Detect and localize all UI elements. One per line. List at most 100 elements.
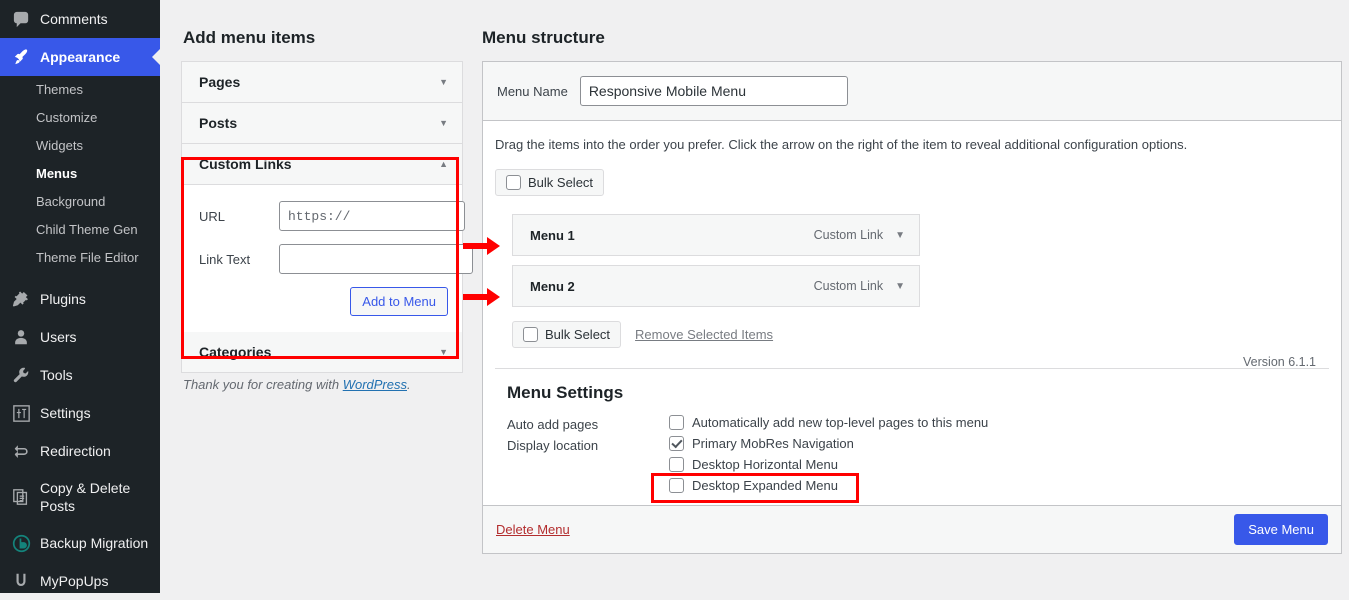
location-checkbox-desktop-horizontal[interactable] (669, 457, 684, 472)
menu-item-name: Menu 1 (530, 227, 575, 243)
accordion-pages[interactable]: Pages ▼ (182, 62, 462, 103)
bulk-select-bottom-checkbox[interactable] (523, 327, 538, 342)
sidebar-subitem-background[interactable]: Background (0, 188, 160, 216)
sidebar-subitem-customize[interactable]: Customize (0, 104, 160, 132)
bulk-select-top-button[interactable]: Bulk Select (495, 169, 605, 196)
location-checkbox-primary-mobres[interactable] (669, 436, 684, 451)
sidebar-item-label: Plugins (40, 291, 86, 307)
sidebar-item-comments[interactable]: Comments (0, 0, 160, 38)
wordpress-link[interactable]: WordPress (343, 377, 407, 392)
chevron-up-icon: ▲ (439, 158, 448, 169)
custom-links-body: URL Link Text Add to Menu (182, 185, 473, 332)
accordion-categories[interactable]: Categories ▼ (182, 332, 462, 372)
location-checkbox-desktop-expanded[interactable] (669, 478, 684, 493)
menu-name-input[interactable] (579, 76, 848, 106)
display-location-label: Display location (507, 438, 599, 453)
chevron-down-icon: ▼ (439, 346, 448, 357)
sidebar-item-backup-migration[interactable]: Backup Migration (0, 524, 160, 562)
menu-name-row: Menu Name (483, 62, 1341, 121)
add-menu-items-accordion: Pages ▼ Posts ▼ Custom Links ▲ URL Link … (181, 61, 473, 373)
menu-items-list: Menu 1 Custom Link ▼ Menu 2 Custom Link … (512, 214, 1329, 307)
appearance-submenu: Themes Customize Widgets Menus Backgroun… (0, 76, 160, 280)
auto-add-pages-checkbox[interactable] (669, 415, 684, 430)
location-option-primary-mobres[interactable]: Primary MobRes Navigation (669, 436, 854, 451)
url-input[interactable] (279, 201, 465, 231)
sidebar-item-copy-delete-posts[interactable]: Copy & Delete Posts (0, 470, 160, 524)
sidebar-item-label: Appearance (40, 49, 121, 65)
sidebar-item-mypopups[interactable]: MyPopUps (0, 562, 160, 600)
auto-add-pages-option[interactable]: Automatically add new top-level pages to… (669, 415, 988, 430)
sidebar-item-users[interactable]: Users (0, 318, 160, 356)
mypopups-icon (11, 571, 31, 591)
admin-content: Add menu items Pages ▼ Posts ▼ Custom Li… (160, 0, 1349, 593)
wordpress-credit-period: . (407, 377, 411, 392)
add-menu-items-title: Add menu items (183, 28, 316, 47)
bulk-select-bottom-button[interactable]: Bulk Select (512, 321, 622, 348)
sidebar-subitem-menus[interactable]: Menus (0, 160, 160, 188)
redirection-icon (11, 441, 31, 461)
sidebar-item-label: Comments (40, 11, 108, 27)
sidebar-subitem-theme-file-editor[interactable]: Theme File Editor (0, 244, 160, 272)
location-option-desktop-horizontal[interactable]: Desktop Horizontal Menu (669, 457, 854, 472)
sidebar-subitem-child-theme-gen[interactable]: Child Theme Gen (0, 216, 160, 244)
sidebar-item-label: Tools (40, 367, 73, 383)
link-text-label: Link Text (199, 251, 251, 267)
add-to-menu-button[interactable]: Add to Menu (350, 287, 448, 316)
sidebar-item-label: MyPopUps (40, 573, 109, 589)
link-text-input[interactable] (279, 244, 473, 274)
sidebar-item-plugins[interactable]: Plugins (0, 280, 160, 318)
sidebar-item-redirection[interactable]: Redirection (0, 432, 160, 470)
location-label-desktop-expanded: Desktop Expanded Menu (692, 478, 838, 493)
menu-item-row[interactable]: Menu 2 Custom Link ▼ (512, 265, 920, 307)
version-label: Version 6.1.1 (1243, 355, 1316, 369)
sidebar-item-appearance[interactable]: Appearance (0, 38, 160, 76)
copy-delete-posts-icon (11, 487, 31, 507)
chevron-down-icon[interactable]: ▼ (895, 281, 905, 291)
accordion-custom-links[interactable]: Custom Links ▲ (182, 144, 462, 185)
bulk-select-top-label: Bulk Select (528, 175, 594, 190)
users-icon (11, 327, 31, 347)
plugins-icon (11, 289, 31, 309)
accordion-posts-label: Posts (199, 115, 238, 131)
url-label: URL (199, 208, 226, 224)
comments-icon (11, 9, 31, 29)
bulk-select-top-checkbox[interactable] (506, 175, 521, 190)
auto-add-pages-option-label: Automatically add new top-level pages to… (692, 415, 989, 430)
sidebar-subitem-themes[interactable]: Themes (0, 76, 160, 104)
bulk-actions-row: Bulk Select Remove Selected Items (512, 321, 1329, 348)
admin-sidebar: Comments Appearance Themes Customize Wid… (0, 0, 160, 593)
menu-settings-section: Version 6.1.1 Menu Settings Auto add pag… (495, 355, 1329, 505)
menu-structure-title: Menu structure (482, 28, 605, 47)
remove-selected-items-link[interactable]: Remove Selected Items (635, 327, 773, 342)
wordpress-credit-text: Thank you for creating with (183, 377, 343, 392)
add-to-menu-row: Add to Menu (199, 287, 448, 316)
sidebar-subitem-widgets[interactable]: Widgets (0, 132, 160, 160)
settings-icon (11, 403, 31, 423)
location-label-primary-mobres: Primary MobRes Navigation (692, 436, 854, 451)
menu-item-type: Custom Link (813, 228, 884, 242)
auto-add-pages-row: Auto add pages Automatically add new top… (507, 415, 1317, 432)
save-menu-button[interactable]: Save Menu (1234, 514, 1328, 545)
drag-hint: Drag the items into the order you prefer… (495, 137, 1188, 152)
accordion-categories-label: Categories (199, 344, 272, 360)
chevron-down-icon: ▼ (439, 76, 448, 87)
link-text-field-row: Link Text (199, 244, 473, 274)
menu-actions-footer: Delete Menu Save Menu (483, 505, 1341, 553)
location-option-desktop-expanded[interactable]: Desktop Expanded Menu (669, 478, 854, 493)
sidebar-item-tools[interactable]: Tools (0, 356, 160, 394)
backup-migration-icon (11, 533, 31, 553)
wordpress-credit: Thank you for creating with WordPress. (183, 377, 463, 392)
menu-item-name: Menu 2 (530, 278, 575, 294)
display-location-row: Display location Primary MobRes Navigati… (507, 436, 1317, 493)
delete-menu-link[interactable]: Delete Menu (496, 522, 570, 537)
accordion-pages-label: Pages (199, 74, 241, 90)
chevron-down-icon[interactable]: ▼ (895, 230, 905, 240)
sidebar-item-label: Copy & Delete Posts (40, 480, 131, 514)
accordion-custom-links-label: Custom Links (199, 156, 292, 172)
sidebar-item-settings[interactable]: Settings (0, 394, 160, 432)
menu-item-row[interactable]: Menu 1 Custom Link ▼ (512, 214, 920, 256)
accordion-posts[interactable]: Posts ▼ (182, 103, 462, 144)
sidebar-item-label: Users (40, 329, 77, 345)
bulk-select-bottom-label: Bulk Select (545, 327, 611, 342)
sidebar-item-label: Backup Migration (40, 535, 149, 551)
